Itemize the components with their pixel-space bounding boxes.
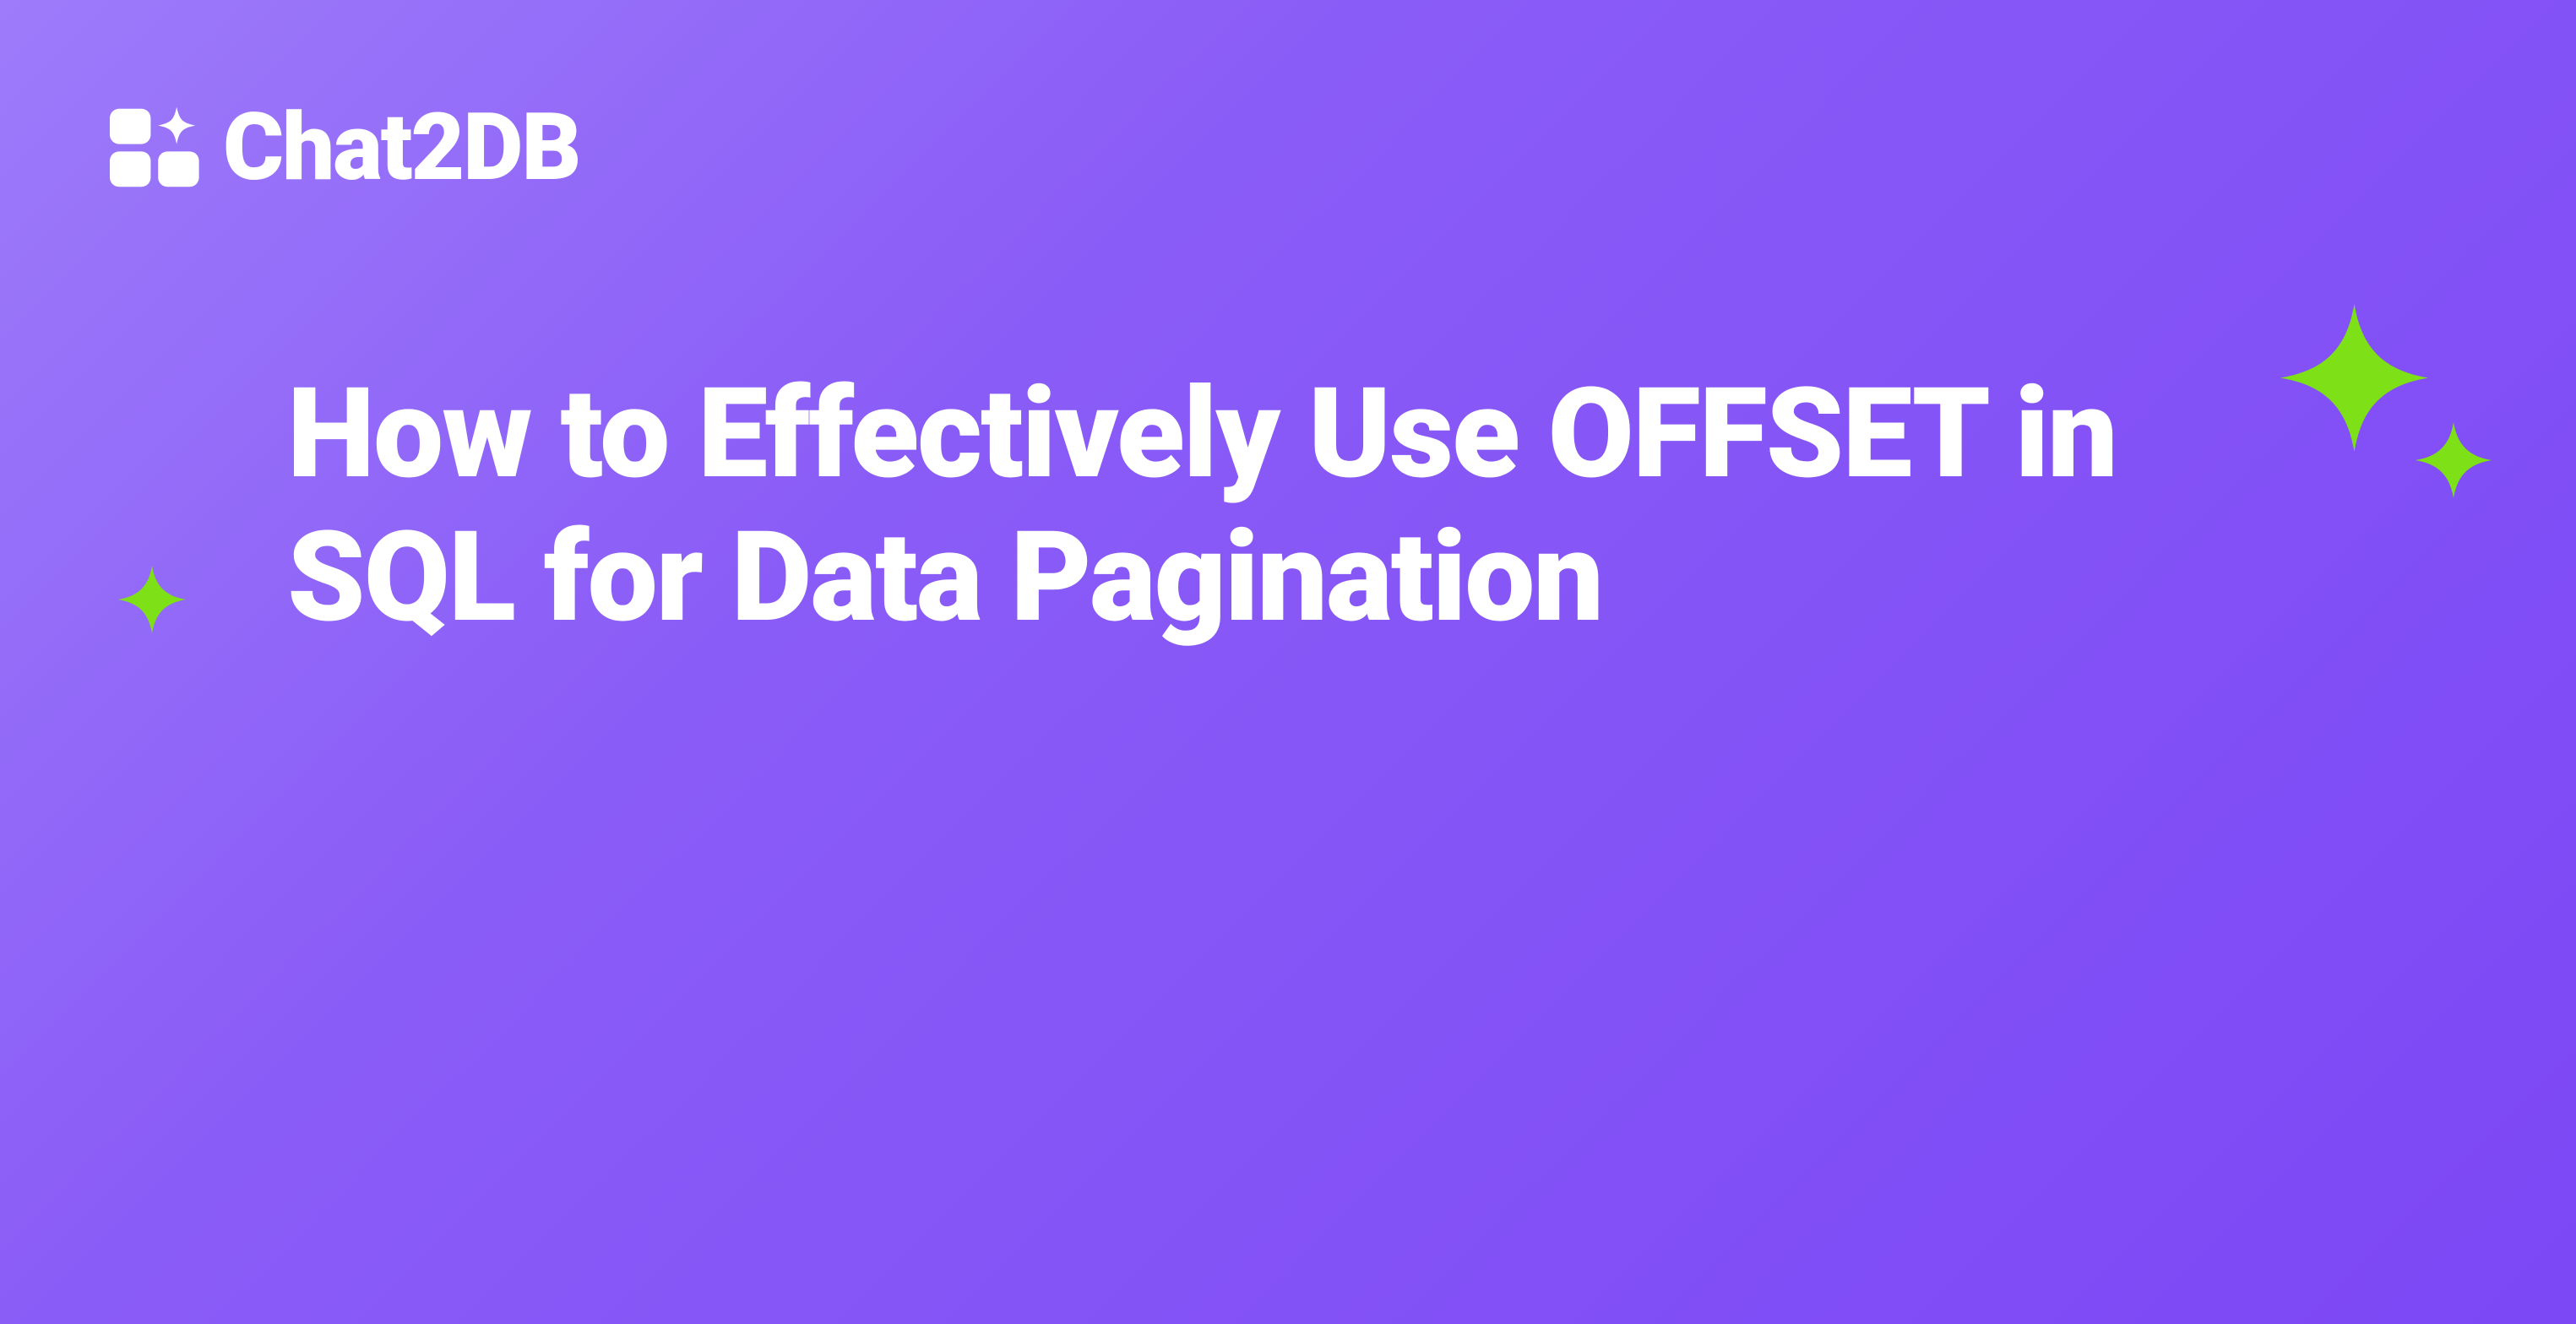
sparkle-icon — [2416, 422, 2492, 498]
page-title: How to Effectively Use OFFSET in SQL for… — [287, 363, 2306, 650]
logo-mark-icon — [110, 101, 203, 194]
sparkle-icon — [118, 566, 186, 633]
brand-logo: Chat2DB — [110, 101, 579, 194]
brand-name: Chat2DB — [223, 101, 579, 194]
sparkle-icon — [2280, 304, 2428, 452]
